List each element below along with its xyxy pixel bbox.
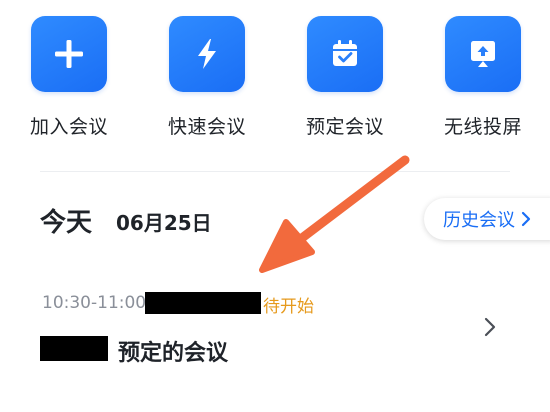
history-meetings-button[interactable]: 历史会议 <box>424 198 550 240</box>
wireless-projection-button[interactable]: 无线投屏 <box>428 16 538 139</box>
day-label: 今天 <box>40 208 93 238</box>
schedule-meeting-button[interactable]: 预定会议 <box>290 16 400 139</box>
lightning-icon <box>198 39 216 69</box>
screen-cast-icon <box>471 41 495 67</box>
schedule-meeting-tile[interactable] <box>307 16 383 92</box>
date-label: 06月25日 <box>116 211 212 235</box>
quick-meeting-button[interactable]: 快速会议 <box>152 16 262 139</box>
row-chevron-right-icon[interactable] <box>484 317 496 341</box>
join-meeting-button[interactable]: 加入会议 <box>14 16 124 139</box>
calendar-check-icon <box>333 40 357 66</box>
meeting-time: 10:30-11:00 <box>42 293 147 313</box>
history-meetings-label: 历史会议 <box>443 210 515 231</box>
redacted-owner <box>40 336 108 361</box>
quick-meeting-tile[interactable] <box>169 16 245 92</box>
wireless-projection-tile[interactable] <box>445 16 521 92</box>
join-meeting-tile[interactable] <box>31 16 107 92</box>
meeting-status-badge: 待开始 <box>263 297 314 317</box>
section-divider <box>40 171 510 172</box>
wireless-projection-label: 无线投屏 <box>443 116 522 138</box>
redacted-organizer <box>145 292 261 314</box>
quick-meeting-label: 快速会议 <box>167 116 246 138</box>
chevron-right-icon <box>521 211 531 227</box>
join-meeting-label: 加入会议 <box>29 116 108 138</box>
meeting-title: 预定的会议 <box>118 341 229 366</box>
meetings-home: 加入会议 快速会议 预定会议 无线投屏 今天 06月25日 历史会议 10:30… <box>0 0 550 412</box>
schedule-meeting-label: 预定会议 <box>305 116 384 138</box>
plus-icon <box>55 40 83 68</box>
